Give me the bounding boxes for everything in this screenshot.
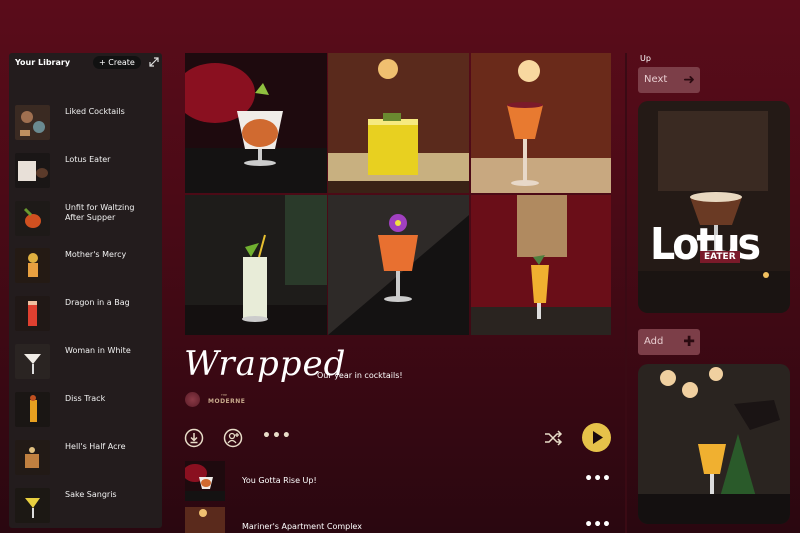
column-divider [625, 53, 627, 533]
expand-icon[interactable] [148, 56, 160, 68]
library-panel: Your Library + Create Liked Cocktails Lo… [9, 53, 162, 528]
plus-icon: ✚ [683, 334, 695, 350]
track-name: You Gotta Rise Up! [242, 476, 317, 485]
create-button[interactable]: + Create [93, 56, 141, 69]
track-thumb [185, 461, 225, 501]
brand-prefix: THE [221, 393, 227, 397]
library-item-liked-cocktails[interactable]: Liked Cocktails [15, 105, 155, 141]
playlist-cover-mosaic [185, 53, 611, 335]
library-item-hells-half-acre[interactable]: Hell's Half Acre [15, 440, 155, 476]
brand-logo [185, 392, 200, 407]
library-item-mothers-mercy[interactable]: Mother's Mercy [15, 248, 155, 284]
more-options-icon[interactable]: ••• [262, 428, 292, 444]
add-user-icon[interactable] [223, 428, 243, 448]
track-more-icon[interactable]: ••• [584, 517, 611, 533]
lotus-eater-card[interactable]: Lotus EATER [638, 101, 790, 313]
library-thumb [15, 248, 50, 283]
cover-tile [185, 53, 327, 193]
play-button[interactable] [582, 423, 611, 452]
library-thumb [15, 105, 50, 140]
library-item-woman-in-white[interactable]: Woman in White [15, 344, 155, 380]
library-item-label: Liked Cocktails [65, 107, 125, 116]
shuffle-icon[interactable] [543, 428, 563, 448]
library-item-label: Diss Track [65, 394, 106, 403]
library-thumb [15, 344, 50, 379]
track-row[interactable]: Mariner's Apartment Complex ••• [185, 507, 611, 533]
library-item-lotus-eater[interactable]: Lotus Eater [15, 153, 155, 189]
cover-tile [328, 53, 469, 193]
track-row[interactable]: You Gotta Rise Up! ••• [185, 461, 611, 501]
library-item-label: Unfit for Waltzing After Supper [65, 203, 135, 222]
cover-tile [471, 53, 611, 193]
next-label: Next [644, 74, 668, 85]
library-item-diss-track[interactable]: Diss Track [15, 392, 155, 428]
library-thumb [15, 296, 50, 331]
track-more-icon[interactable]: ••• [584, 471, 611, 487]
library-title: Your Library [15, 58, 71, 67]
library-item-label: Hell's Half Acre [65, 442, 126, 451]
library-thumb [15, 488, 50, 523]
arrow-right-icon: ➜ [683, 72, 695, 88]
card-title-small: EATER [700, 251, 740, 263]
library-thumb [15, 153, 50, 188]
library-item-dragon-in-a-bag[interactable]: Dragon in a Bag [15, 296, 155, 332]
playlist-subtitle: Our year in cocktails! [317, 371, 403, 380]
library-thumb [15, 440, 50, 475]
cover-tile [471, 195, 611, 335]
pour-card[interactable] [638, 364, 790, 524]
next-button[interactable]: Next ➜ [638, 67, 700, 93]
library-thumb [15, 392, 50, 427]
cover-tile [328, 195, 469, 335]
track-name: Mariner's Apartment Complex [242, 522, 362, 531]
download-icon[interactable] [184, 428, 204, 448]
library-item-label: Mother's Mercy [65, 250, 127, 259]
brand-name: MODERNE [208, 398, 246, 405]
library-item-sake-sangris[interactable]: Sake Sangris [15, 488, 155, 524]
library-item-unfit-for-waltzing[interactable]: Unfit for Waltzing After Supper [15, 201, 155, 237]
library-item-label: Woman in White [65, 346, 131, 355]
up-next-label: Up [640, 54, 651, 63]
add-button[interactable]: Add ✚ [638, 329, 700, 355]
track-thumb [185, 507, 225, 533]
add-label: Add [644, 336, 664, 347]
library-thumb [15, 201, 50, 236]
library-item-label: Lotus Eater [65, 155, 111, 164]
library-item-label: Sake Sangris [65, 490, 117, 499]
play-icon [593, 431, 603, 444]
library-item-label: Dragon in a Bag [65, 298, 130, 307]
cover-tile [185, 195, 327, 335]
